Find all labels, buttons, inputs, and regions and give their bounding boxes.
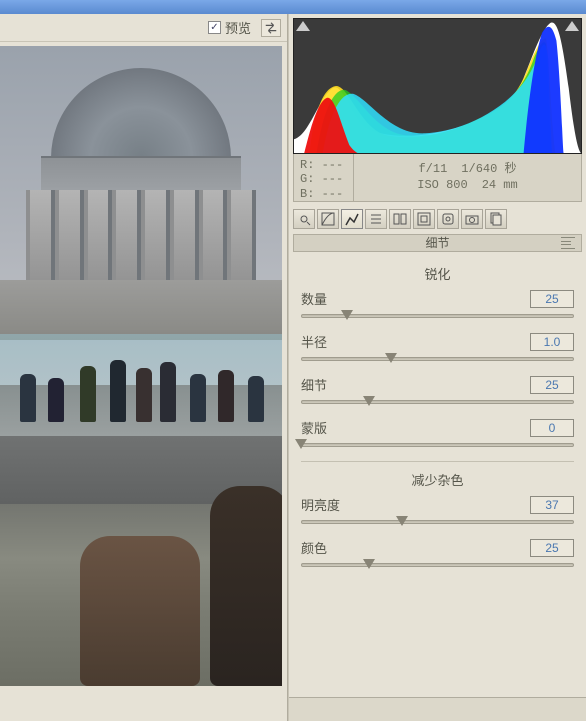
- section-divider: [301, 461, 574, 462]
- controls-scroll[interactable]: 锐化 数量 25 半径 1.0: [289, 252, 586, 697]
- tab-hsl[interactable]: [365, 209, 387, 229]
- section-title-sharpen: 锐化: [301, 264, 574, 283]
- slider-amount: 数量 25: [301, 289, 574, 322]
- before-after-toggle[interactable]: [261, 19, 281, 37]
- color-noise-label: 颜色: [301, 538, 327, 557]
- color-noise-slider[interactable]: [301, 559, 574, 571]
- r-value: R: ---: [300, 158, 347, 172]
- amount-value[interactable]: 25: [530, 290, 574, 308]
- image-preview[interactable]: [0, 42, 287, 721]
- panel-title-bar: 细节: [293, 234, 582, 252]
- highlight-clipping-indicator[interactable]: [565, 21, 579, 31]
- tab-camera[interactable]: [461, 209, 483, 229]
- photo-content: [0, 46, 282, 686]
- slider-masking: 蒙版 0: [301, 418, 574, 451]
- window-titlebar: [0, 0, 586, 14]
- masking-slider[interactable]: [301, 439, 574, 451]
- luminance-label: 明亮度: [301, 495, 340, 514]
- rgb-readout: R: --- G: --- B: ---: [294, 154, 354, 201]
- shadow-clipping-indicator[interactable]: [296, 21, 310, 31]
- detail-value[interactable]: 25: [530, 376, 574, 394]
- tab-basic[interactable]: [293, 209, 315, 229]
- detail-label: 细节: [301, 375, 327, 394]
- histogram-plot: [294, 19, 581, 153]
- tab-presets[interactable]: [485, 209, 507, 229]
- amount-thumb[interactable]: [341, 310, 353, 320]
- swap-icon: [264, 22, 278, 34]
- tab-effects[interactable]: [437, 209, 459, 229]
- aperture-value: f/11: [418, 162, 447, 178]
- detail-slider[interactable]: [301, 396, 574, 408]
- color-noise-thumb[interactable]: [363, 559, 375, 569]
- exposure-readout: f/11 1/640 秒 ISO 800 24 mm: [354, 154, 581, 201]
- masking-value[interactable]: 0: [530, 419, 574, 437]
- section-title-noise: 减少杂色: [301, 470, 574, 489]
- panel-title: 细节: [425, 236, 449, 250]
- radius-thumb[interactable]: [385, 353, 397, 363]
- slider-radius: 半径 1.0: [301, 332, 574, 365]
- info-readout: R: --- G: --- B: --- f/11 1/640 秒 ISO 80…: [293, 154, 582, 202]
- detail-thumb[interactable]: [363, 396, 375, 406]
- tab-tone-curve[interactable]: [317, 209, 339, 229]
- slider-color-noise: 颜色 25: [301, 538, 574, 571]
- slider-luminance: 明亮度 37: [301, 495, 574, 528]
- radius-slider[interactable]: [301, 353, 574, 365]
- preview-checkbox[interactable]: ✓: [208, 21, 221, 34]
- b-value: B: ---: [300, 187, 347, 201]
- radius-label: 半径: [301, 332, 327, 351]
- main-container: ✓ 预览: [0, 14, 586, 721]
- panel-menu-icon[interactable]: [561, 237, 575, 249]
- color-noise-value[interactable]: 25: [530, 539, 574, 557]
- masking-thumb[interactable]: [295, 439, 307, 449]
- tab-lens[interactable]: [413, 209, 435, 229]
- g-value: G: ---: [300, 172, 347, 186]
- adjustments-pane: R: --- G: --- B: --- f/11 1/640 秒 ISO 80…: [288, 14, 586, 721]
- luminance-value[interactable]: 37: [530, 496, 574, 514]
- adjustment-tabs: [293, 208, 582, 230]
- luminance-thumb[interactable]: [396, 516, 408, 526]
- amount-slider[interactable]: [301, 310, 574, 322]
- focal-value: 24 mm: [482, 178, 518, 194]
- preview-pane: ✓ 预览: [0, 14, 288, 721]
- radius-value[interactable]: 1.0: [530, 333, 574, 351]
- amount-label: 数量: [301, 289, 327, 308]
- masking-label: 蒙版: [301, 418, 327, 437]
- preview-label: 预览: [225, 18, 251, 37]
- histogram[interactable]: [293, 18, 582, 154]
- footer-bar: [289, 697, 586, 721]
- luminance-slider[interactable]: [301, 516, 574, 528]
- tab-detail[interactable]: [341, 209, 363, 229]
- iso-value: ISO 800: [417, 178, 467, 194]
- preview-toolbar: ✓ 预览: [0, 14, 287, 42]
- shutter-value: 1/640 秒: [461, 162, 516, 178]
- slider-detail: 细节 25: [301, 375, 574, 408]
- tab-split-tone[interactable]: [389, 209, 411, 229]
